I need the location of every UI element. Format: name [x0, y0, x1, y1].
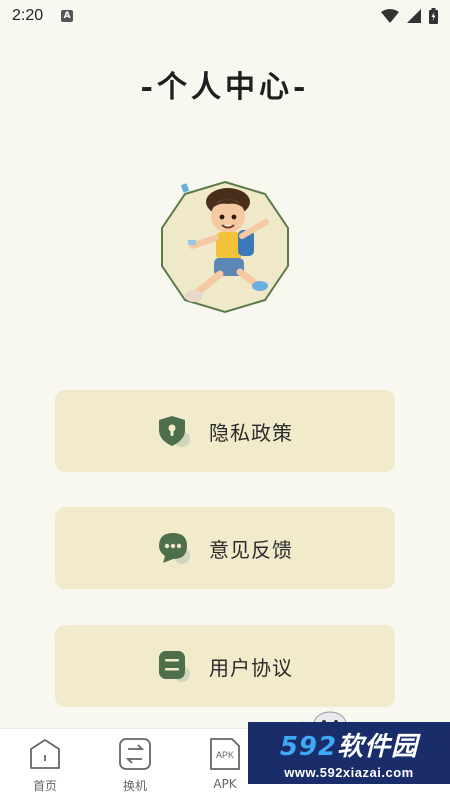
menu-label-privacy: 隐私政策	[209, 420, 293, 445]
nav-label-home: 首页	[32, 779, 57, 793]
status-time: 2:20	[12, 7, 44, 24]
apk-file-icon: APK	[210, 738, 240, 770]
battery-icon	[429, 8, 438, 24]
avatar	[158, 180, 292, 314]
status-bar: 2:20 A	[0, 0, 450, 32]
nav-item-home[interactable]: 首页	[0, 729, 90, 801]
privacy-policy-button[interactable]: 隐私政策	[55, 390, 395, 472]
nav-item-transfer[interactable]: 换机	[90, 729, 180, 801]
watermark-brand-num: 592	[279, 732, 338, 762]
page-title: -个人中心-	[140, 70, 310, 105]
transfer-icon	[119, 738, 151, 770]
status-icons	[381, 8, 438, 24]
chat-bubble-icon	[157, 531, 191, 565]
menu-label-feedback: 意见反馈	[209, 537, 293, 562]
nav-label-transfer: 换机	[122, 779, 147, 793]
watermark-brand-text: 软件园	[337, 732, 419, 762]
signal-icon	[407, 9, 421, 23]
svg-text:APK: APK	[216, 750, 234, 760]
avatar-image	[161, 180, 289, 314]
watermark-brand: 592软件园	[280, 726, 418, 763]
feedback-button[interactable]: 意见反馈	[55, 507, 395, 589]
notification-icon: A	[61, 10, 74, 22]
document-lines-icon	[157, 649, 191, 683]
user-agreement-button[interactable]: 用户协议	[55, 625, 395, 707]
shield-lock-icon	[157, 414, 191, 448]
watermark-logo: 592软件园 www.592xiazai.com	[248, 722, 450, 784]
home-icon	[30, 739, 60, 769]
wifi-icon	[381, 9, 399, 23]
menu-label-agreement: 用户协议	[209, 655, 293, 680]
nav-label-apk: APK	[213, 777, 237, 791]
watermark-url: www.592xiazai.com	[284, 765, 414, 780]
